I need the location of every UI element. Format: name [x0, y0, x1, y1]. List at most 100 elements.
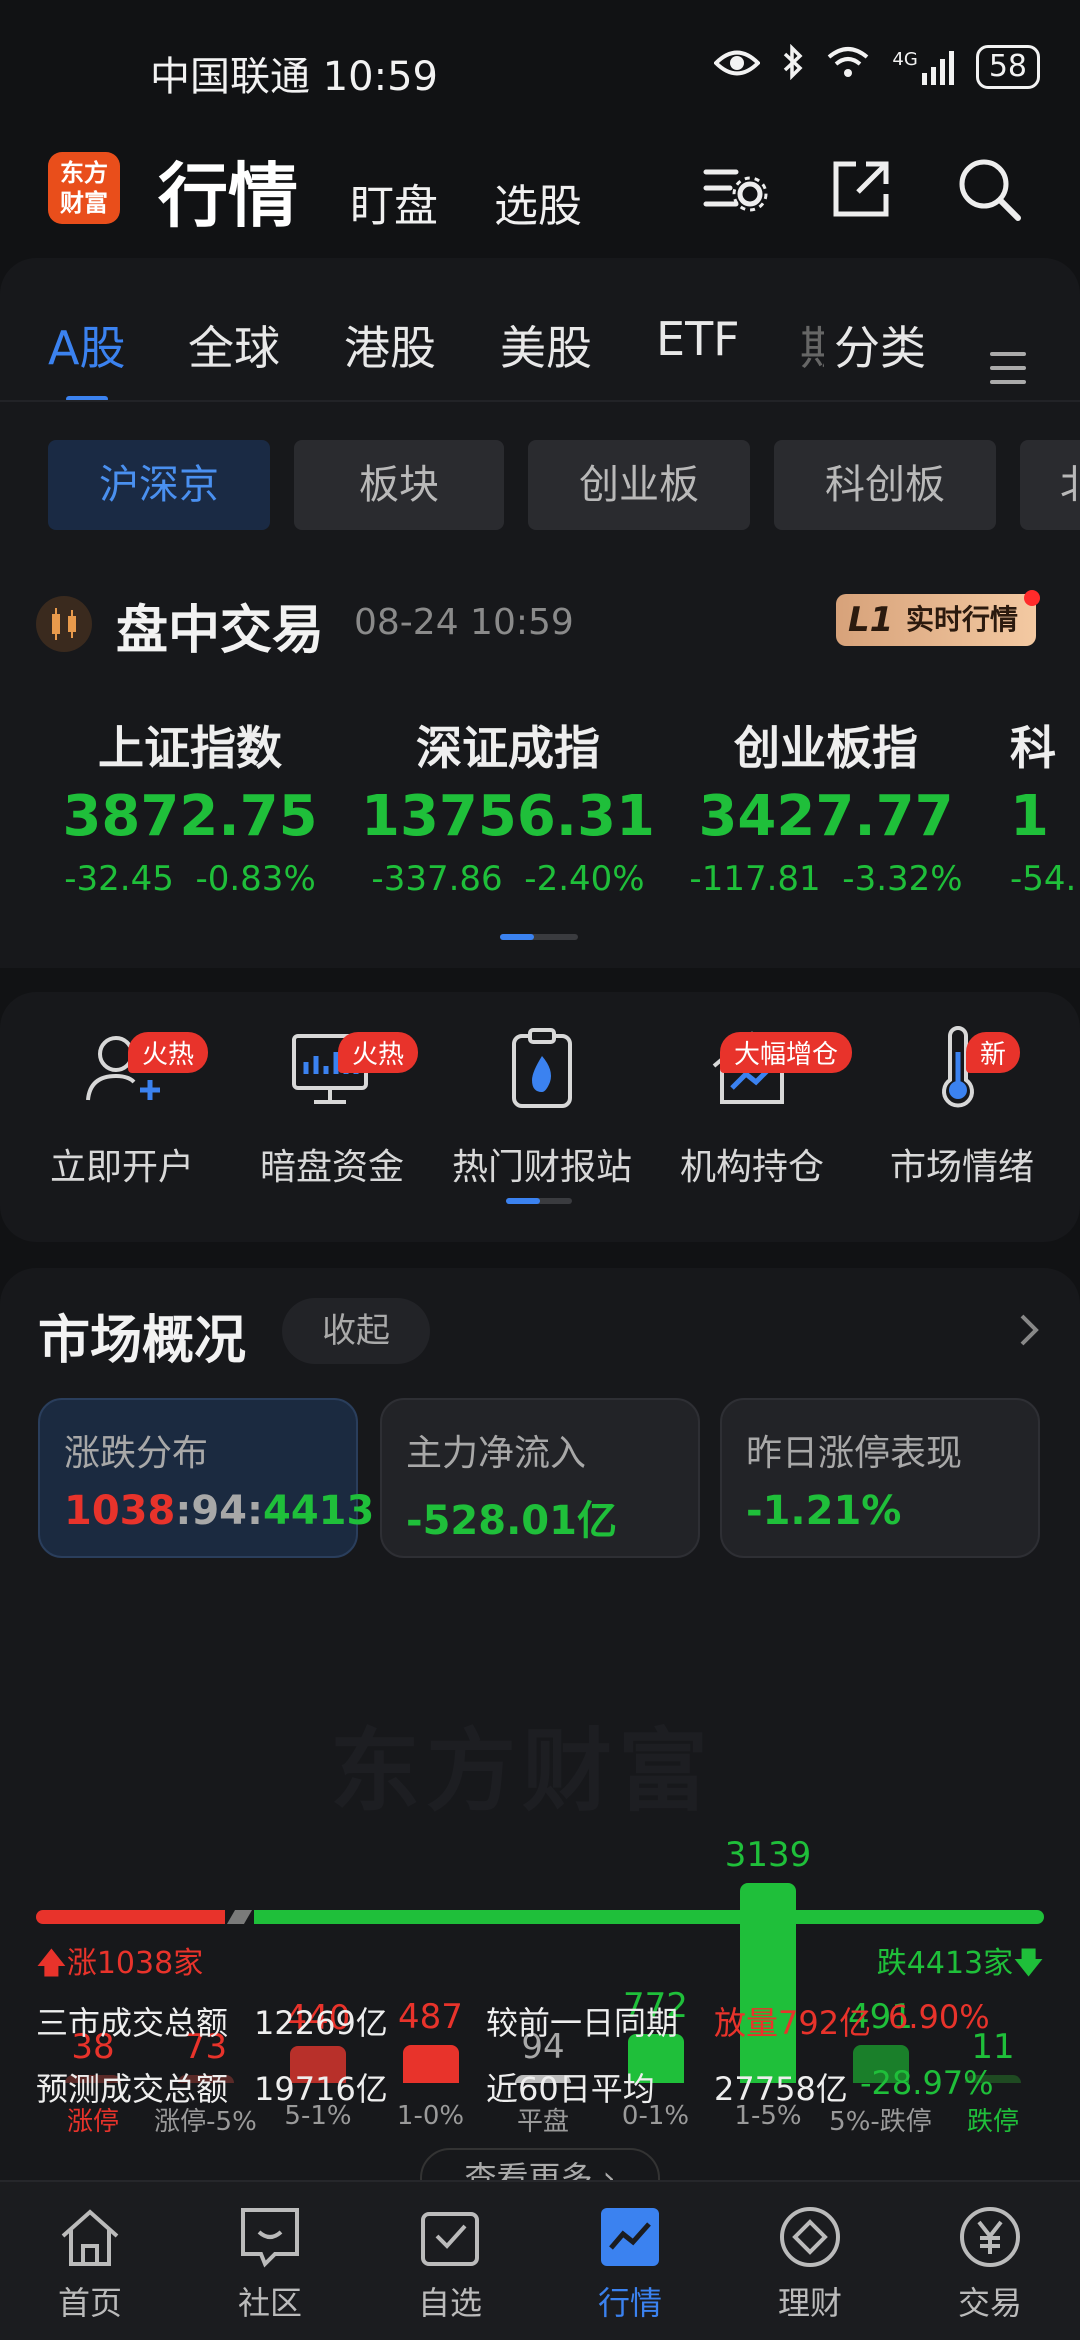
quick-institution[interactable]: 机构持仓 大幅增仓 — [642, 1022, 862, 1190]
status-bar: 中国联通 10:59 4G 58 — [0, 0, 1080, 130]
subtab-hs-bj[interactable]: 沪深京 — [48, 440, 270, 530]
yuan-icon — [955, 2202, 1025, 2272]
app-logo[interactable]: 东方 财富 — [48, 152, 120, 224]
trading-header: 盘中交易 08-24 10:59 L1 实时行情 — [36, 588, 1040, 668]
menu-icon[interactable] — [990, 352, 1026, 394]
chat-icon — [235, 2202, 305, 2272]
tab-watch[interactable]: 盯盘 — [350, 170, 438, 234]
quick-sentiment[interactable]: 市场情绪 新 — [852, 1022, 1072, 1190]
subtab-sector[interactable]: 板块 — [294, 440, 504, 530]
nav-watchlist[interactable]: 自选 — [360, 2202, 540, 2324]
subtab-chinext[interactable]: 创业板 — [528, 440, 750, 530]
realtime-quote-badge[interactable]: L1 实时行情 — [835, 590, 1040, 646]
realtime-label: 实时行情 — [905, 603, 1018, 636]
overview-title: 市场概况 — [38, 1311, 247, 1371]
tab-us[interactable]: 美股 — [500, 312, 592, 378]
index-value: 3427.77 — [698, 784, 954, 849]
collapse-button[interactable]: 收起 — [282, 1298, 430, 1364]
card-distribution[interactable]: 涨跌分布 1038:94:4413 — [38, 1398, 374, 1558]
chevron-right-icon[interactable] — [1014, 1310, 1044, 1350]
forecast-label: 预测成交总额 — [36, 2070, 229, 2108]
market-tabs: A股 全球 港股 美股 ETF 期 分类 — [0, 288, 1080, 384]
signal-icon: 4G — [892, 49, 954, 85]
quick-label: 热门财报站 — [451, 1147, 632, 1188]
page-title: 行情 — [158, 155, 298, 237]
index-value: 13756.31 — [360, 784, 656, 849]
card-limit-up-perf[interactable]: 昨日涨停表现 -1.21% — [720, 1398, 1040, 1558]
quick-open-account[interactable]: 立即开户 火热 — [12, 1022, 232, 1190]
status-icons: 4G 58 — [713, 43, 1040, 89]
search-icon[interactable] — [954, 154, 1024, 224]
tab-global[interactable]: 全球 — [188, 312, 280, 378]
nav-community[interactable]: 社区 — [180, 2202, 360, 2324]
quick-entries: 立即开户 火热 暗盘资金 火热 热门财报站 机构持仓 大幅增仓 市场情绪 新 — [0, 992, 1080, 1242]
index-change: -337.86 -2.40% — [371, 859, 645, 899]
index-card[interactable]: 上证指数 3872.75 -32.45 -0.83% — [30, 712, 350, 899]
subtab-bj[interactable]: 北 — [1020, 440, 1080, 530]
card-main-inflow[interactable]: 主力净流入 -528.01亿 — [380, 1398, 700, 1558]
settings-filter-icon[interactable] — [700, 154, 770, 224]
avg-value: 27758亿 — [714, 2070, 848, 2108]
index-card[interactable]: 科 1 -54. — [1010, 712, 1080, 899]
quick-label: 机构持仓 — [679, 1147, 824, 1188]
hot-badge: 火热 — [128, 1032, 209, 1073]
tab-etf[interactable]: ETF — [656, 312, 740, 366]
share-icon[interactable] — [826, 154, 896, 224]
card-label: 主力净流入 — [406, 1433, 587, 1474]
subtab-star[interactable]: 科创板 — [774, 440, 996, 530]
nav-trade[interactable]: 交易 — [900, 2202, 1080, 2324]
checklist-icon — [415, 2202, 485, 2272]
page-indicator — [500, 934, 578, 940]
tab-hk[interactable]: 港股 — [344, 312, 436, 378]
sub-tabs: 沪深京 板块 创业板 科创板 北 — [0, 440, 1080, 530]
market-panel: A股 全球 港股 美股 ETF 期 分类 沪深京 板块 创业板 科创板 北 盘中… — [0, 258, 1080, 968]
index-change: -54. — [1010, 859, 1077, 899]
nav-wealth[interactable]: 理财 — [720, 2202, 900, 2324]
quick-label: 市场情绪 — [889, 1147, 1034, 1188]
nav-home[interactable]: 首页 — [0, 2202, 180, 2324]
compare-label: 较前一日同期 — [486, 2004, 679, 2042]
index-card[interactable]: 深证成指 13756.31 -337.86 -2.40% — [348, 712, 668, 899]
compare-pct: 6.90% — [888, 1998, 990, 2036]
trading-time: 08-24 10:59 — [354, 602, 574, 643]
nav-label: 理财 — [777, 2284, 842, 2322]
index-card[interactable]: 创业板指 3427.77 -117.81 -3.32% — [666, 712, 986, 899]
avg-pct: -28.97% — [860, 2064, 994, 2102]
divider — [0, 400, 1080, 402]
rise-fall-ratio-bar — [36, 1910, 1044, 1924]
ratio-fall — [253, 1910, 1044, 1924]
nav-label: 社区 — [237, 2284, 302, 2322]
total-value: 12269亿 — [254, 2004, 388, 2042]
home-icon — [55, 2202, 125, 2272]
nav-label: 交易 — [957, 2284, 1022, 2322]
tab-a-share[interactable]: A股 — [48, 312, 125, 378]
market-chart-icon — [595, 2202, 665, 2272]
page-indicator — [506, 1198, 572, 1204]
quick-dark-pool[interactable]: 暗盘资金 火热 — [222, 1022, 442, 1190]
nav-market[interactable]: 行情 — [540, 2202, 720, 2324]
bar-value-label: 3139 — [724, 1835, 812, 1875]
compare-value: 放量792亿 — [714, 2004, 872, 2042]
quick-label: 暗盘资金 — [259, 1147, 404, 1188]
bottom-nav: 首页 社区 自选 行情 理财 交易 — [0, 2180, 1080, 2340]
trading-title: 盘中交易 — [116, 601, 325, 661]
nav-label: 自选 — [417, 2284, 482, 2322]
total-label: 三市成交总额 — [36, 2004, 229, 2042]
ratio-rise — [36, 1910, 225, 1924]
bluetooth-icon — [782, 43, 804, 89]
candlestick-icon — [36, 596, 92, 652]
clipboard-flame-icon — [496, 1022, 588, 1114]
card-label: 涨跌分布 — [64, 1433, 209, 1474]
tab-stock-picker[interactable]: 选股 — [494, 170, 582, 234]
tab-futures[interactable]: 期 — [800, 312, 824, 378]
market-overview: 市场概况 收起 涨跌分布 1038:94:4413 主力净流入 -528.01亿… — [0, 1268, 1080, 2208]
quick-earnings[interactable]: 热门财报站 — [432, 1022, 652, 1190]
avg-label: 近60日平均 — [486, 2070, 655, 2108]
rise-count: 🡅涨1038家 — [36, 1946, 204, 1981]
index-change: -32.45 -0.83% — [64, 859, 316, 899]
index-name: 深证成指 — [416, 721, 600, 775]
index-value: 3872.75 — [62, 784, 318, 849]
wifi-icon — [826, 45, 870, 88]
turnover-row: 三市成交总额 12269亿 较前一日同期 放量792亿 6.90% — [36, 1998, 1046, 2048]
tab-category[interactable]: 分类 — [834, 312, 926, 378]
